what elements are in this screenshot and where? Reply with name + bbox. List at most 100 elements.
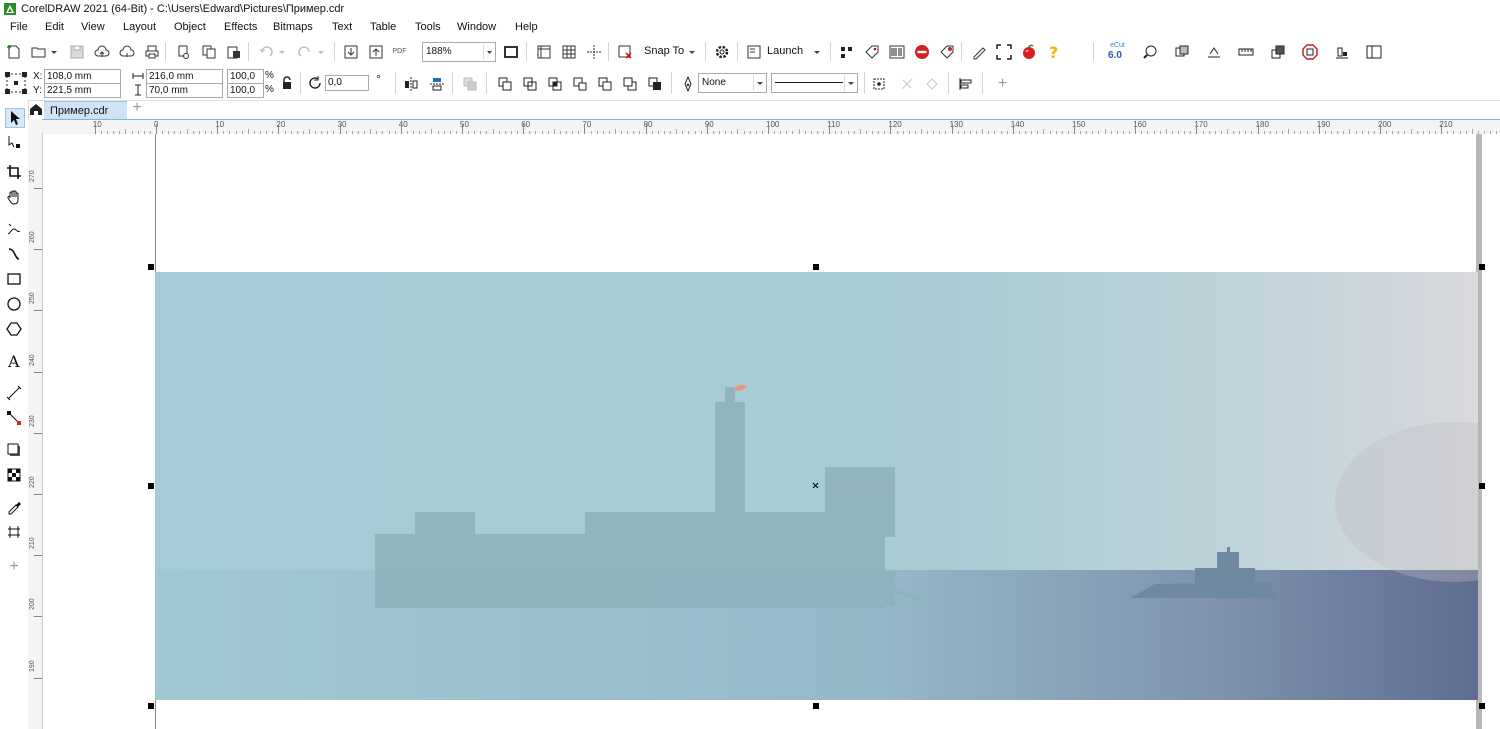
cut-icon[interactable] [175,43,192,60]
drop-shadow-tool-icon[interactable] [5,441,23,459]
horizontal-ruler[interactable]: 1001020304050607080901001101201301401501… [42,119,1500,135]
copy-icon[interactable] [200,43,217,60]
zoom-dropdown-icon[interactable] [483,44,495,60]
add-tab-icon[interactable]: + [129,100,145,117]
quick-customize-icon[interactable]: + [5,558,23,576]
interactive-fill-tool-icon[interactable] [5,523,23,541]
stop-sign-icon[interactable] [1301,43,1318,60]
selection-handle-top[interactable] [813,264,819,270]
new-document-icon[interactable] [5,43,22,60]
selection-handle-left[interactable] [148,483,154,489]
menu-bitmaps[interactable]: Bitmaps [273,21,313,33]
fit-frame-icon[interactable] [995,43,1012,60]
weld-disabled-icon[interactable] [461,75,478,92]
align-objects-icon[interactable] [1333,43,1350,60]
menu-layout[interactable]: Layout [123,21,156,33]
menu-edit[interactable]: Edit [45,21,64,33]
scale-y-field[interactable]: 100,0 [227,83,264,98]
add-property-icon[interactable]: + [994,75,1011,92]
parallel-dimension-tool-icon[interactable] [5,384,23,402]
text-tool-icon[interactable]: A [5,352,23,370]
selection-handle-bottom[interactable] [813,703,819,709]
tab-document[interactable]: Пример.cdr [44,101,127,120]
open-folder-icon[interactable] [30,43,47,60]
cloud-upload-icon[interactable] [93,43,110,60]
menu-window[interactable]: Window [457,21,496,33]
print-icon[interactable] [143,43,160,60]
object-origin-icon[interactable] [5,72,27,94]
snap-to-dropdown-icon[interactable] [686,43,698,60]
selection-handle-right[interactable] [1479,483,1485,489]
snap-off-icon[interactable] [616,43,633,60]
menu-text[interactable]: Text [332,21,352,33]
panel-layout-icon[interactable] [1365,43,1382,60]
quick-trace-icon[interactable] [870,75,887,92]
selection-handle-bottom-right[interactable] [1479,703,1485,709]
import-icon[interactable] [342,43,359,60]
trim-icon[interactable] [1205,43,1222,60]
redo-icon[interactable] [296,43,313,60]
shaping-trim-icon[interactable] [521,75,538,92]
shaping-intersect-icon[interactable] [546,75,563,92]
ecut-plugin-icon[interactable]: eCut 6.0 [1107,42,1127,64]
nodes-icon[interactable] [838,43,855,60]
selected-bitmap[interactable] [155,272,1478,700]
menu-file[interactable]: File [10,21,28,33]
freehand-tool-icon[interactable] [5,220,23,238]
x-position-field[interactable]: 108,0 mm [44,69,121,84]
ellipse-tool-icon[interactable] [5,295,23,313]
color-eyedropper-tool-icon[interactable] [5,498,23,516]
shaping-weld-icon[interactable] [496,75,513,92]
menu-effects[interactable]: Effects [224,21,257,33]
publish-pdf-icon[interactable]: PDF [391,43,408,60]
redo-dropdown-icon[interactable] [316,43,326,60]
shaping-simplify-icon[interactable] [571,75,588,92]
launch-icon[interactable] [745,43,762,60]
layers-icon[interactable] [1173,43,1190,60]
outline-width-dropdown-icon[interactable] [753,75,766,91]
shaping-back-minus-front-icon[interactable] [621,75,638,92]
height-field[interactable]: 70,0 mm [146,83,223,98]
selection-handle-top-left[interactable] [148,264,154,270]
mirror-horizontal-icon[interactable] [402,75,419,92]
artistic-media-tool-icon[interactable] [5,245,23,263]
no-entry-icon[interactable] [913,43,930,60]
open-dropdown-icon[interactable] [49,43,59,60]
cloud-sync-icon[interactable] [118,43,135,60]
ruler-origin[interactable] [28,119,43,134]
y-position-field[interactable]: 221,5 mm [44,83,121,98]
rectangle-tool-icon[interactable] [5,270,23,288]
transparency-tool-icon[interactable] [5,466,23,484]
menu-view[interactable]: View [81,21,105,33]
mirror-vertical-icon[interactable] [428,75,445,92]
zoom-search-icon[interactable] [1141,43,1158,60]
disabled-break-icon[interactable] [923,75,940,92]
pan-hand-tool-icon[interactable] [5,188,23,206]
tag-icon[interactable] [863,43,880,60]
show-rulers-icon[interactable] [535,43,552,60]
tag-red-icon[interactable] [938,43,955,60]
menu-tools[interactable]: Tools [415,21,441,33]
arrange-icon[interactable] [1269,43,1286,60]
align-distribute-icon[interactable] [957,75,974,92]
help-question-icon[interactable]: ? [1045,43,1062,60]
shaping-front-minus-back-icon[interactable] [596,75,613,92]
rotation-angle-field[interactable]: 0,0 [325,75,369,91]
barcode-icon[interactable] [888,43,905,60]
scale-x-field[interactable]: 100,0 [227,69,264,84]
width-field[interactable]: 216,0 mm [146,69,223,84]
outline-pen-icon[interactable] [679,75,696,92]
export-icon[interactable] [367,43,384,60]
snap-to-label[interactable]: Snap To [644,45,684,57]
line-style-dropdown-icon[interactable] [844,75,857,91]
menu-object[interactable]: Object [174,21,206,33]
crop-tool-icon[interactable] [5,163,23,181]
apple-icon[interactable] [1020,43,1037,60]
outline-width-combo[interactable]: None [698,73,767,93]
create-boundary-icon[interactable] [646,75,663,92]
options-gear-icon[interactable] [713,43,730,60]
launch-dropdown-icon[interactable] [811,43,823,60]
polygon-tool-icon[interactable] [5,320,23,338]
undo-dropdown-icon[interactable] [277,43,287,60]
lock-ratio-icon[interactable] [281,76,293,90]
